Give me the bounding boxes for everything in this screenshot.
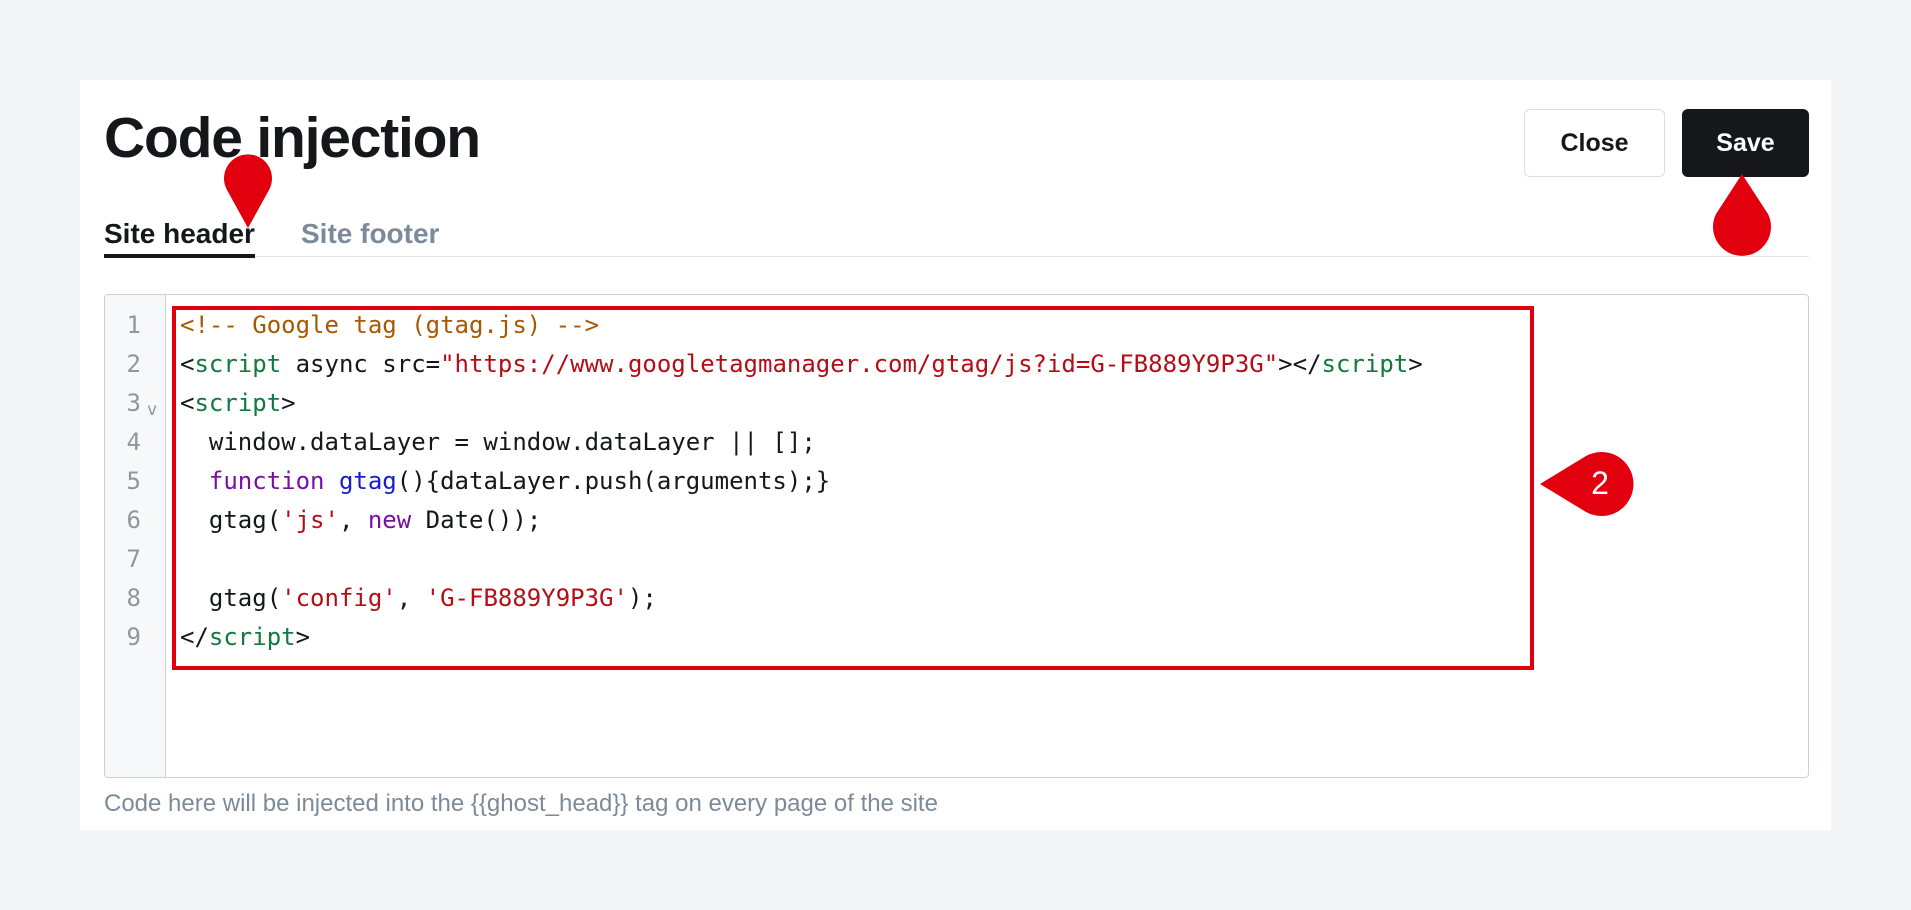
annotation-marker-2: 2 bbox=[1538, 450, 1646, 518]
code-content[interactable]: <!-- Google tag (gtag.js) --> <script asy… bbox=[180, 306, 1423, 657]
line-number: 2 bbox=[126, 350, 141, 378]
code-token: ); bbox=[627, 584, 657, 612]
code-line[interactable] bbox=[180, 540, 1423, 579]
code-token: function bbox=[208, 467, 325, 495]
code-token: gtag( bbox=[180, 506, 282, 534]
code-token: , bbox=[338, 506, 368, 534]
code-line[interactable]: </script> bbox=[180, 618, 1423, 657]
code-token: </ bbox=[180, 623, 209, 651]
code-token: window.dataLayer = window.dataLayer || [… bbox=[180, 428, 816, 456]
line-number: 4 bbox=[126, 428, 141, 456]
code-token: > bbox=[295, 623, 311, 651]
line-number: 3 bbox=[126, 389, 141, 417]
code-token: , bbox=[396, 584, 426, 612]
line-number: 1 bbox=[126, 311, 141, 339]
code-token: gtag( bbox=[180, 584, 282, 612]
code-token: > bbox=[281, 389, 296, 417]
pin-down-icon bbox=[224, 154, 272, 228]
code-token: 'js' bbox=[281, 506, 339, 534]
code-line[interactable]: function gtag(){dataLayer.push(arguments… bbox=[180, 462, 1423, 501]
close-button[interactable]: Close bbox=[1524, 109, 1665, 177]
line-number-gutter: 1 2 3 v 4 5 6 7 8 9 bbox=[105, 295, 166, 777]
code-token: (){dataLayer.push(arguments);} bbox=[396, 467, 831, 495]
marker-label: 2 bbox=[1591, 465, 1609, 501]
line-number: 7 bbox=[126, 545, 141, 573]
code-token: Date()); bbox=[411, 506, 542, 534]
editor-hint-text: Code here will be injected into the {{gh… bbox=[104, 790, 938, 817]
tab-site-footer[interactable]: Site footer bbox=[301, 218, 439, 256]
tab-bar: Site header Site footer bbox=[104, 218, 1809, 258]
save-button[interactable]: Save bbox=[1682, 109, 1809, 177]
code-line[interactable]: <script> bbox=[180, 384, 1423, 423]
pin-up-icon bbox=[1713, 174, 1771, 256]
code-line[interactable]: window.dataLayer = window.dataLayer || [… bbox=[180, 423, 1423, 462]
code-token: script bbox=[194, 350, 282, 378]
code-token: script bbox=[194, 389, 282, 417]
line-number: 5 bbox=[126, 467, 141, 495]
code-token: <!-- Google tag (gtag.js) --> bbox=[180, 311, 600, 339]
code-token: script bbox=[208, 623, 296, 651]
code-token: "https://www.googletagmanager.com/gtag/j… bbox=[440, 350, 1279, 378]
line-number: 8 bbox=[126, 584, 141, 612]
code-token: > bbox=[1408, 350, 1423, 378]
fold-chevron-icon[interactable]: v bbox=[147, 391, 157, 430]
annotation-marker-1: 1 bbox=[222, 154, 309, 230]
line-number: 9 bbox=[126, 623, 141, 651]
code-token: async src= bbox=[281, 350, 441, 378]
line-number: 6 bbox=[126, 506, 141, 534]
annotation-marker-3: 3 bbox=[1712, 172, 1811, 258]
code-token: gtag bbox=[338, 467, 397, 495]
code-editor[interactable]: 1 2 3 v 4 5 6 7 8 9 <!-- Google tag (gta… bbox=[104, 294, 1809, 778]
code-token: < bbox=[180, 389, 195, 417]
code-token: new bbox=[367, 506, 412, 534]
marker-label: 1 bbox=[291, 167, 309, 203]
code-token: < bbox=[180, 350, 195, 378]
code-token: 'G-FB889Y9P3G' bbox=[425, 584, 628, 612]
marker-label: 3 bbox=[1793, 208, 1811, 244]
code-line[interactable]: <script async src="https://www.googletag… bbox=[180, 345, 1423, 384]
code-line[interactable]: gtag('js', new Date()); bbox=[180, 501, 1423, 540]
page-title: Code injection bbox=[104, 106, 481, 170]
code-token: ></ bbox=[1278, 350, 1322, 378]
code-line[interactable]: gtag('config', 'G-FB889Y9P3G'); bbox=[180, 579, 1423, 618]
code-token: 'config' bbox=[281, 584, 397, 612]
code-line[interactable]: <!-- Google tag (gtag.js) --> bbox=[180, 306, 1423, 345]
code-token: script bbox=[1321, 350, 1409, 378]
